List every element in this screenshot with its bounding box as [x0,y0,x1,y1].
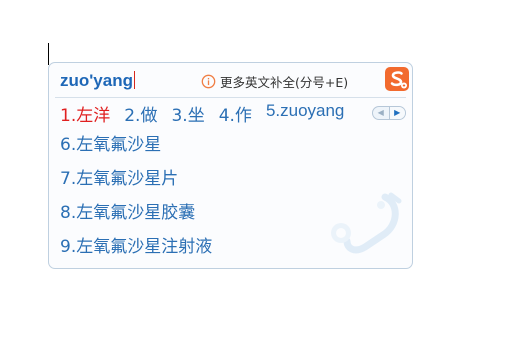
hint-text: 更多英文补全(分号+E) [220,75,349,90]
pinyin-composition: zuo'yang [60,71,135,91]
extended-candidate-list: 6.左氧氟沙星 7.左氧氟沙星片 8.左氧氟沙星胶囊 9.左氧氟沙星注射液 [60,134,212,259]
candidate-2[interactable]: 2.做 [124,101,157,126]
prev-page-icon[interactable]: ◀ [373,107,390,119]
candidate-4[interactable]: 4.作 [219,101,252,126]
header-divider [55,97,406,98]
next-page-icon[interactable]: ▶ [389,107,405,119]
candidate-7[interactable]: 7.左氧氟沙星片 [60,168,212,191]
candidate-3[interactable]: 3.坐 [171,101,204,126]
info-icon [201,74,216,89]
screen: zuo'yang 更多英文补全(分号+E) 1.左洋 2.做 3.坐 4.作 5… [0,0,526,360]
ime-candidate-window: zuo'yang 更多英文补全(分号+E) 1.左洋 2.做 3.坐 4.作 5… [48,62,413,269]
candidate-5[interactable]: 5.zuoyang [266,101,344,126]
english-completion-hint[interactable]: 更多英文补全(分号+E) [201,72,348,91]
ime-header: zuo'yang 更多英文补全(分号+E) [49,63,412,97]
candidate-9[interactable]: 9.左氧氟沙星注射液 [60,236,212,259]
candidate-1[interactable]: 1.左洋 [60,101,110,126]
page-switcher: ◀ ▶ [372,106,406,120]
sogou-logo-icon[interactable] [383,65,411,93]
pinyin-text: zuo'yang [60,71,133,90]
stethoscope-skin-icon [331,192,402,254]
composition-caret [134,71,135,89]
document-text-caret [48,43,49,65]
candidate-row: 1.左洋 2.做 3.坐 4.作 5.zuoyang [60,101,344,126]
candidate-8[interactable]: 8.左氧氟沙星胶囊 [60,202,212,225]
candidate-6[interactable]: 6.左氧氟沙星 [60,134,212,157]
